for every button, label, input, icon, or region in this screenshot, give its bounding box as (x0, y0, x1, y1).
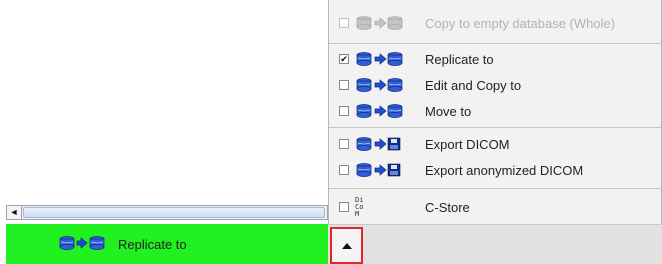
menu-item-export-dicom[interactable]: Export DICOM (329, 131, 661, 157)
checkbox[interactable] (339, 139, 349, 149)
database-to-disk-icon (355, 163, 419, 177)
menu-separator (329, 43, 661, 44)
checkbox-checked[interactable]: ✔ (339, 54, 349, 64)
menu-separator (329, 188, 661, 189)
database-to-database-icon (355, 16, 419, 30)
menu-item-label: Export DICOM (425, 136, 510, 152)
menu-item-label: Export anonymized DICOM (425, 162, 584, 178)
database-to-database-icon (355, 78, 419, 92)
scroll-left-button[interactable]: ◄ (7, 206, 22, 219)
menu-item-edit-and-copy-to[interactable]: Edit and Copy to (329, 72, 661, 98)
menu-item-replicate-to[interactable]: ✔ Replicate to (329, 46, 661, 72)
bottom-toolbar (328, 224, 662, 264)
menu-item-export-anonymized-dicom[interactable]: Export anonymized DICOM (329, 157, 661, 183)
scroll-thumb[interactable] (23, 207, 325, 218)
transfer-menu: Copy to empty database (Whole) ✔ Replica… (328, 0, 662, 224)
database-to-database-icon (355, 104, 419, 118)
dicom-icon-text: Di Co M (355, 195, 364, 218)
menu-item-label: C-Store (425, 199, 470, 215)
menu-item-copy-to-empty-database: Copy to empty database (Whole) (329, 10, 661, 36)
menu-item-move-to[interactable]: Move to (329, 98, 661, 124)
selected-action-bar[interactable]: Replicate to (6, 224, 328, 264)
database-to-database-icon (355, 52, 419, 66)
horizontal-scrollbar[interactable]: ◄ (6, 205, 328, 220)
menu-item-label: Edit and Copy to (425, 77, 522, 93)
checkbox[interactable] (339, 202, 349, 212)
menu-item-label: Replicate to (425, 51, 494, 67)
database-to-database-icon (58, 235, 108, 253)
menu-item-label: Copy to empty database (Whole) (425, 15, 616, 31)
menu-item-label: Move to (425, 103, 472, 119)
dicom-icon: Di Co M (355, 195, 419, 218)
checkbox[interactable] (339, 106, 349, 116)
menu-toggle-button[interactable] (330, 227, 363, 264)
database-to-disk-icon (355, 137, 419, 151)
menu-separator (329, 127, 661, 128)
selected-action-label: Replicate to (118, 236, 187, 252)
triangle-up-icon (341, 242, 352, 249)
checkbox[interactable] (339, 80, 349, 90)
checkbox (339, 18, 349, 28)
checkbox[interactable] (339, 165, 349, 175)
menu-item-c-store[interactable]: Di Co M C-Store (329, 194, 661, 220)
